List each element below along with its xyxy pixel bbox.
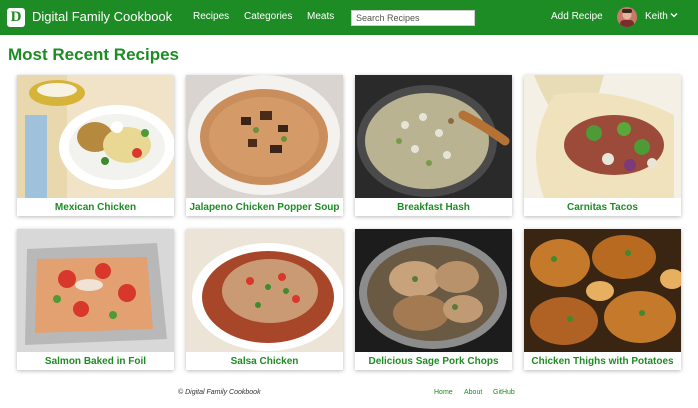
logo[interactable]: D xyxy=(7,8,25,27)
recipe-image xyxy=(524,75,681,198)
recipe-image xyxy=(186,229,343,352)
nav-meats[interactable]: Meats xyxy=(307,11,334,22)
page-title: Most Recent Recipes xyxy=(8,45,179,64)
footer-link-home[interactable]: Home xyxy=(434,389,453,396)
recipe-title[interactable]: Delicious Sage Pork Chops xyxy=(355,353,512,370)
recipe-card-salsa-chicken[interactable]: Salsa Chicken xyxy=(186,229,343,370)
footer-copyright: © Digital Family Cookbook xyxy=(178,389,261,396)
recipe-image xyxy=(17,75,174,198)
chevron-down-icon[interactable] xyxy=(670,11,678,21)
recipe-card-chicken-thighs-with-potatoes[interactable]: Chicken Thighs with Potatoes xyxy=(524,229,681,370)
nav-categories[interactable]: Categories xyxy=(244,11,292,22)
footer-link-about[interactable]: About xyxy=(464,389,482,396)
recipe-image xyxy=(186,75,343,198)
recipe-card-delicious-sage-pork-chops[interactable]: Delicious Sage Pork Chops xyxy=(355,229,512,370)
search-input[interactable] xyxy=(351,10,475,26)
recipe-card-carnitas-tacos[interactable]: Carnitas Tacos xyxy=(524,75,681,216)
recipe-card-jalapeno-chicken-popper-soup[interactable]: Jalapeno Chicken Popper Soup xyxy=(186,75,343,216)
recipe-title[interactable]: Salsa Chicken xyxy=(186,353,343,370)
recipe-title[interactable]: Salmon Baked in Foil xyxy=(17,353,174,370)
user-name[interactable]: Keith xyxy=(645,11,668,22)
footer-link-github[interactable]: GitHub xyxy=(493,389,515,396)
recipe-image xyxy=(355,75,512,198)
avatar[interactable] xyxy=(617,7,637,27)
nav-recipes[interactable]: Recipes xyxy=(193,11,229,22)
recipe-title[interactable]: Jalapeno Chicken Popper Soup xyxy=(186,199,343,216)
recipe-title[interactable]: Carnitas Tacos xyxy=(524,199,681,216)
recipe-title[interactable]: Mexican Chicken xyxy=(17,199,174,216)
navbar: D Digital Family Cookbook Recipes Catego… xyxy=(0,0,698,35)
brand-name[interactable]: Digital Family Cookbook xyxy=(32,9,172,24)
recipe-card-salmon-baked-in-foil[interactable]: Salmon Baked in Foil xyxy=(17,229,174,370)
recipe-title[interactable]: Breakfast Hash xyxy=(355,199,512,216)
add-recipe-link[interactable]: Add Recipe xyxy=(551,11,603,22)
recipe-image xyxy=(524,229,681,352)
recipe-card-breakfast-hash[interactable]: Breakfast Hash xyxy=(355,75,512,216)
recipe-card-mexican-chicken[interactable]: Mexican Chicken xyxy=(17,75,174,216)
recipe-image xyxy=(355,229,512,352)
recipe-image xyxy=(17,229,174,352)
recipe-title[interactable]: Chicken Thighs with Potatoes xyxy=(524,353,681,370)
